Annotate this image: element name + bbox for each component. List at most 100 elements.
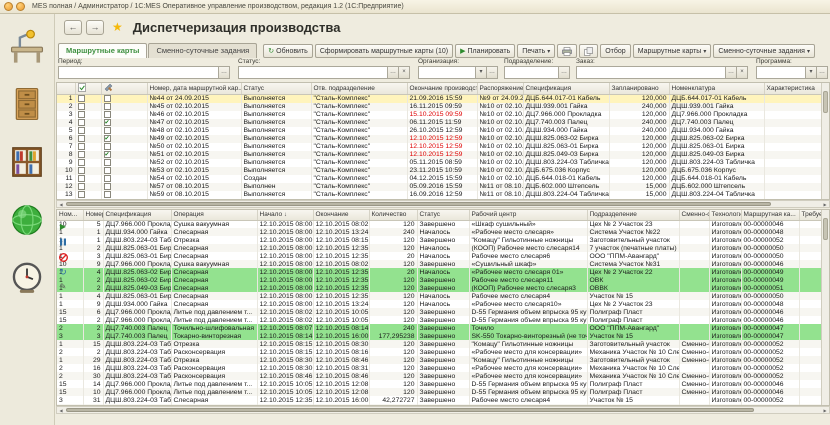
column-header[interactable]: Операция — [171, 210, 257, 220]
row-checkbox[interactable] — [78, 135, 85, 142]
operation-row[interactable]: 19ДЦШ.934.000 ГайкаСлесарная12.10.2015 0… — [57, 300, 822, 308]
operation-row[interactable]: 12ДЦШ.825.063-01 БиркаСлесарная12.10.201… — [57, 244, 822, 252]
start-operation-button[interactable]: ▶ — [57, 221, 69, 233]
row-checkbox[interactable] — [104, 175, 111, 182]
tab-route-cards[interactable]: Маршрутные карты — [58, 43, 147, 58]
row-checkbox[interactable] — [78, 183, 85, 190]
operation-row[interactable]: 129ДЦШ.803.224-03 ТабличкаОтрезка12.10.2… — [57, 356, 822, 364]
scrollbar-thumb[interactable] — [66, 408, 754, 412]
row-checkbox[interactable] — [78, 127, 85, 134]
row-checkbox[interactable] — [104, 127, 111, 134]
operations-horizontal-scrollbar[interactable]: ◀ ▶ — [56, 406, 830, 414]
shift-tasks-menu-button[interactable]: Сменно-суточные задания▾ — [713, 44, 815, 58]
column-header[interactable]: Сменно-сут... — [679, 210, 709, 220]
forward-button[interactable]: → — [86, 20, 104, 35]
column-header[interactable]: Спецификация — [523, 83, 609, 95]
status-clear-button[interactable]: × — [399, 66, 410, 79]
operation-row[interactable]: 11ДЦШ.934.000 ГайкаСлесарная12.10.2015 0… — [57, 228, 822, 236]
sidebar-item-planning[interactable] — [5, 198, 49, 242]
operation-row[interactable]: 115ДЦШ.803.224-03 ТабличкаОтрезка12.10.2… — [57, 340, 822, 348]
row-checkbox[interactable] — [78, 191, 85, 198]
organization-input[interactable] — [418, 66, 476, 79]
window-menu-button[interactable] — [4, 2, 13, 11]
subdivision-select-button[interactable]: … — [559, 66, 570, 79]
route-card-row[interactable]: 13№59 от 08.10.2015Выполняется"Сталь-Ком… — [57, 191, 822, 199]
print-button[interactable]: Печать▾ — [517, 44, 555, 58]
route-card-row[interactable]: 4✔№47 от 02.10.2015Выполняется"Сталь-Ком… — [57, 119, 822, 127]
scroll-right-icon[interactable]: ▶ — [821, 202, 829, 208]
row-checkbox[interactable] — [78, 151, 85, 158]
row-checkbox[interactable] — [104, 183, 111, 190]
route-card-row[interactable]: 2№45 от 02.10.2015Выполняется"Сталь-Комп… — [57, 103, 822, 111]
route-cards-vertical-scrollbar[interactable] — [821, 83, 829, 199]
plan-button[interactable]: ▶Планировать — [455, 44, 515, 58]
sidebar-item-desktop[interactable] — [5, 24, 49, 68]
column-header[interactable]: Спецификация — [103, 210, 171, 220]
operation-row[interactable]: 152ДЦ7.966.000 ПрокладкаЛитье под давлен… — [57, 316, 822, 324]
route-card-row[interactable]: 8✔№51 от 02.10.2015Выполняется"Сталь-Ком… — [57, 151, 822, 159]
tab-shift-tasks[interactable]: Сменно-суточные задания — [148, 43, 257, 58]
route-cards-horizontal-scrollbar[interactable]: ◀ ▶ — [56, 200, 830, 208]
operation-row[interactable]: 1514ДЦ7.966.000 ПрокладкаЛитье под давле… — [57, 380, 822, 388]
scroll-left-icon[interactable]: ◀ — [57, 408, 65, 414]
row-checkbox[interactable] — [78, 167, 85, 174]
column-header[interactable]: Характеристика — [764, 83, 822, 95]
route-card-row[interactable]: 12№57 от 08.10.2015Выполнен"Сталь-Компле… — [57, 183, 822, 191]
period-select-button[interactable]: … — [219, 66, 230, 79]
row-checkbox[interactable] — [78, 119, 85, 126]
row-checkbox[interactable] — [104, 159, 111, 166]
operation-row[interactable]: 105ДЦ7.966.000 ПрокладкаСушка вакуумная1… — [57, 220, 822, 228]
route-cards-menu-button[interactable]: Маршрутные карты▾ — [633, 44, 712, 58]
sidebar-item-schedule[interactable] — [5, 256, 49, 300]
operation-row[interactable]: 12ДЦШ.825.049-03 БиркаСлесарная12.10.201… — [57, 284, 822, 292]
scroll-right-icon[interactable]: ▶ — [821, 408, 829, 414]
operation-row[interactable]: 12ДЦШ.825.063-02 БиркаСлесарная12.10.201… — [57, 276, 822, 284]
scrollbar-thumb[interactable] — [66, 202, 771, 206]
status-select-button[interactable]: … — [388, 66, 399, 79]
period-input[interactable] — [58, 66, 219, 79]
column-header[interactable] — [101, 83, 147, 95]
row-checkbox[interactable] — [78, 143, 85, 150]
row-checkbox[interactable] — [78, 159, 85, 166]
row-checkbox[interactable]: ✔ — [104, 151, 111, 158]
back-button[interactable]: ← — [64, 20, 82, 35]
column-header[interactable]: Статус — [417, 210, 469, 220]
operations-vertical-scrollbar[interactable] — [821, 210, 829, 405]
column-header[interactable] — [57, 83, 75, 95]
column-header[interactable]: Количество — [369, 210, 417, 220]
operation-row[interactable]: 13ДЦШ.825.063-01 БиркаСлесарная12.10.201… — [57, 252, 822, 260]
column-header[interactable]: Ном... — [57, 210, 83, 220]
refresh-button[interactable]: ↻Обновить — [263, 44, 313, 58]
column-header[interactable]: Распоряжение — [477, 83, 523, 95]
pause-operation-button[interactable] — [57, 236, 69, 248]
column-header[interactable]: Статус — [241, 83, 311, 95]
order-clear-button[interactable]: × — [737, 66, 748, 79]
sidebar-item-cabinet[interactable] — [5, 82, 49, 126]
operation-row[interactable]: 331ДЦШ.803.224-03 ТабличкаСлесарная12.10… — [57, 396, 822, 404]
operation-row[interactable]: 22ДЦШ.803.224-03 ТабличкаРасконсервация1… — [57, 348, 822, 356]
column-header[interactable]: Требует ОТ — [799, 210, 822, 220]
column-header[interactable]: Подразделение — [587, 210, 679, 220]
printer-button[interactable] — [557, 44, 577, 58]
row-checkbox[interactable] — [78, 175, 85, 182]
column-header[interactable]: Начало ↓ — [257, 210, 313, 220]
row-checkbox[interactable]: ✔ — [104, 135, 111, 142]
row-checkbox[interactable] — [104, 103, 111, 110]
route-card-row[interactable]: 5№48 от 02.10.2015Выполняется"Сталь-Комп… — [57, 127, 822, 135]
status-input[interactable] — [238, 66, 388, 79]
operation-row[interactable]: 22ДЦ7.740.003 ПалецТочильно-шлифовальная… — [57, 324, 822, 332]
column-header[interactable]: Технологиче... — [709, 210, 741, 220]
column-header[interactable]: Номер оп... — [83, 210, 103, 220]
column-header[interactable] — [75, 83, 101, 95]
column-header[interactable]: Запланировано — [609, 83, 669, 95]
route-card-row[interactable]: 3№46 от 02.10.2015Выполняется"Сталь-Комп… — [57, 111, 822, 119]
preview-button[interactable] — [579, 44, 598, 58]
filter-button[interactable]: Отбор — [600, 44, 630, 58]
route-card-row[interactable]: 1№44 от 24.09.2015Выполняется"Сталь-Комп… — [57, 95, 822, 103]
row-checkbox[interactable] — [104, 95, 111, 102]
column-header[interactable]: Маршрутная ка... — [741, 210, 799, 220]
operation-row[interactable]: 156ДЦ7.966.000 ПрокладкаЛитье под давлен… — [57, 308, 822, 316]
route-card-row[interactable]: 10№53 от 02.10.2015Выполняется"Сталь-Ком… — [57, 167, 822, 175]
sidebar-item-catalog[interactable] — [5, 140, 49, 184]
column-header[interactable]: Отв. подразделение — [311, 83, 407, 95]
